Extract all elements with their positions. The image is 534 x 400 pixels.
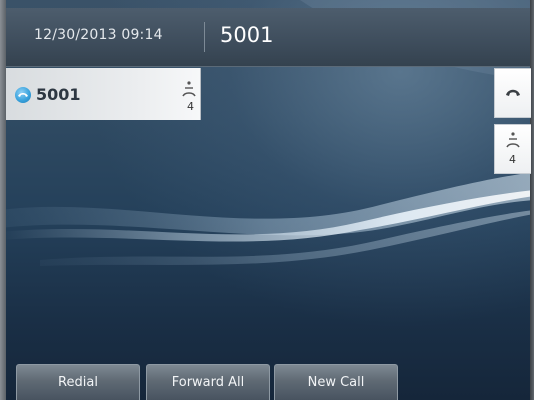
line-status-icon [15,87,31,103]
phone-screen: 12/30/2013 09:14 5001 5001 4 4 Redial Fo… [0,0,534,400]
speed-dial-count: 4 [509,153,516,166]
forward-all-button[interactable]: Forward All [146,364,270,400]
redial-button[interactable]: Redial [16,364,140,400]
speed-dial-button[interactable]: 4 [494,124,531,174]
header-extension: 5001 [220,23,274,47]
handset-button[interactable] [494,68,531,118]
handset-icon [506,89,520,96]
status-header: 12/30/2013 09:14 5001 [6,8,530,67]
datetime: 12/30/2013 09:14 [34,27,163,43]
header-divider [204,22,205,52]
softkey-bar: Redial Forward All New Call [6,364,534,400]
line-button-5001[interactable]: 5001 4 [6,68,201,120]
line-label: 5001 [36,85,81,104]
bezel-right [530,0,534,400]
new-call-button[interactable]: New Call [274,364,398,400]
speed-dial-count: 4 [187,100,194,113]
speed-dial-icon [506,132,520,148]
